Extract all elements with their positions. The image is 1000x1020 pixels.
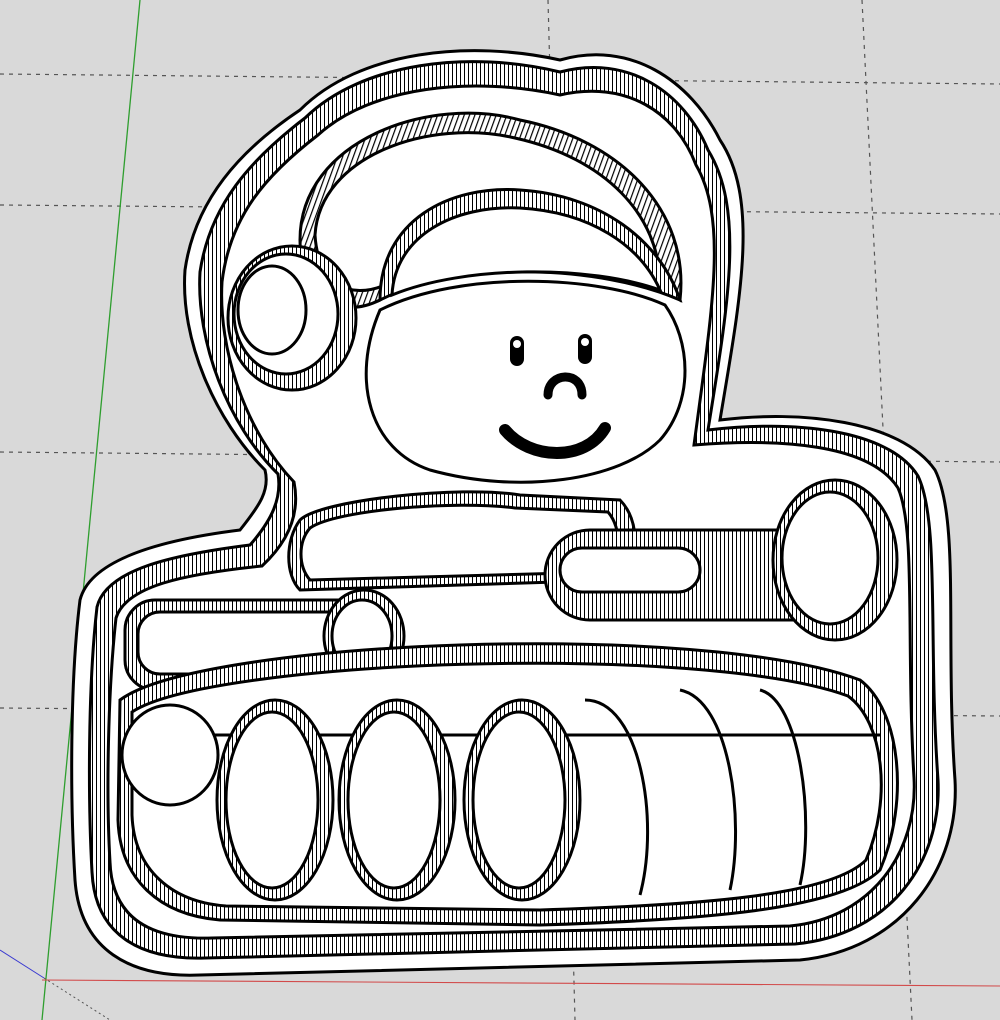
blue-axis	[0, 949, 45, 979]
wheel	[471, 710, 567, 890]
wheel	[120, 703, 220, 807]
3d-viewport[interactable]	[0, 0, 1000, 1020]
wheel	[346, 710, 442, 890]
face	[364, 279, 687, 484]
red-axis	[41, 979, 1000, 987]
wheel	[224, 710, 320, 890]
ear-cup	[226, 244, 358, 392]
model-canvas[interactable]	[0, 0, 1000, 1020]
dotted-axis	[43, 977, 111, 1020]
